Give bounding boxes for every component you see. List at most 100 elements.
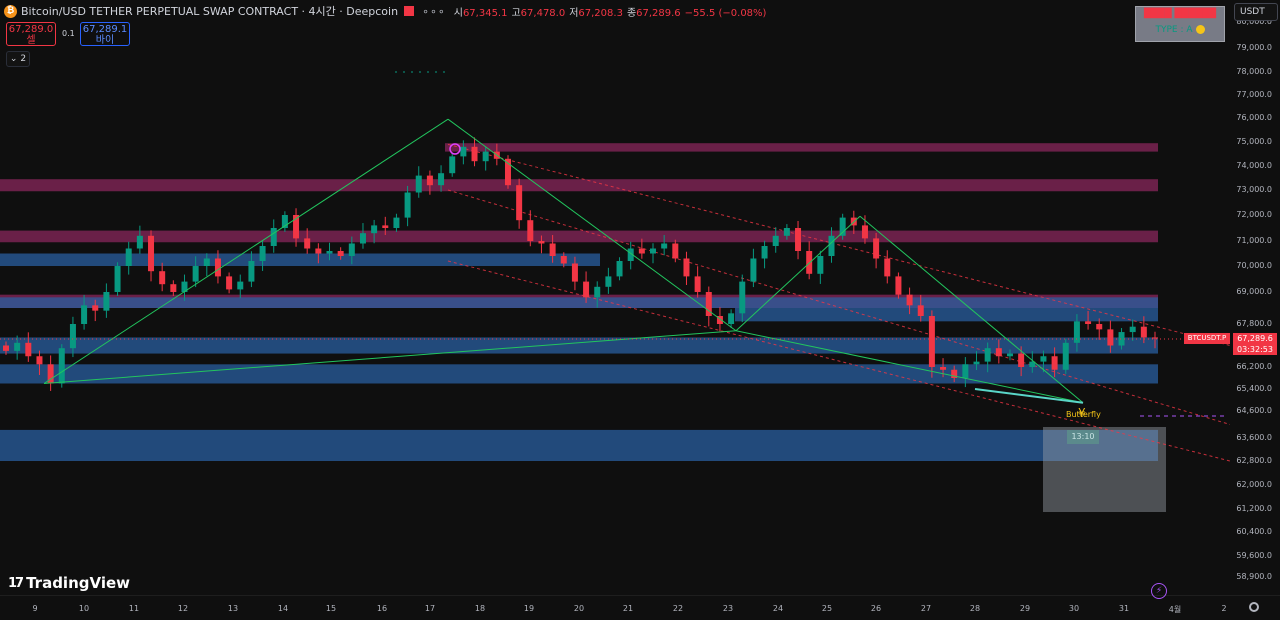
currency-selector[interactable]: USDT (1234, 3, 1278, 21)
candle-body (750, 258, 757, 282)
candle-body (1129, 326, 1136, 333)
buy-button[interactable]: 67,289.1 바이 (80, 22, 130, 46)
candle-body (594, 286, 601, 298)
candle-body (962, 364, 969, 378)
indicators-toggle-button[interactable]: ⌄ 2 (6, 51, 30, 67)
price-tick-label: 60,400.0 (1236, 527, 1272, 536)
candle-body (415, 175, 422, 193)
candle-body (973, 361, 980, 365)
time-tick-label: 20 (573, 604, 585, 613)
price-tick-label: 70,000.0 (1236, 261, 1272, 270)
pattern-name-label: Butterfly (1066, 410, 1101, 419)
candle-body (170, 284, 177, 292)
price-axis[interactable]: 80,000.0 79,000.0 78,000.0 77,000.0 76,000.0… (1230, 0, 1280, 595)
candle-body (1006, 353, 1013, 357)
tradingview-logo[interactable]: 17 TradingView (8, 574, 130, 592)
candle-body (1152, 337, 1158, 339)
ohlc-values: 시67,345.1 고67,478.0 저67,208.3 종67,289.6 −55.… (454, 4, 771, 19)
demand-zone (0, 253, 600, 266)
candle-body (159, 271, 166, 285)
candle-body (270, 228, 277, 246)
ohlc-value: 67,289.6 (636, 7, 681, 19)
time-axis[interactable]: 9 10 11 12 13 14 15 16 17 18 19 20 21 22 23 24 25 26 27 28 2… (0, 595, 1280, 620)
candle-body (861, 225, 868, 239)
candle-body (136, 235, 143, 249)
settings-gear-icon[interactable] (1249, 602, 1259, 612)
chart-area[interactable]: ¥ (0, 0, 1230, 595)
candle-body (148, 235, 155, 272)
ohlc-value: −55.5 (−0.08%) (684, 7, 767, 19)
more-options-icon[interactable]: ∘∘∘ (422, 5, 446, 18)
candle-body (1118, 332, 1125, 346)
sell-button[interactable]: 67,289.0 셀 (6, 22, 56, 46)
demand-zone (0, 429, 1158, 461)
lightning-icon[interactable]: ⚡ (1151, 583, 1167, 599)
price-tag-symbol: BTCUSDT.P (1184, 333, 1230, 344)
candle-body (315, 248, 322, 254)
time-tick-label: 23 (722, 604, 734, 613)
price-tick-label: 62,800.0 (1236, 456, 1272, 465)
symbol-title[interactable]: Bitcoin/USD TETHER PERPETUAL SWAP CONTRA… (21, 3, 398, 19)
candle-body (739, 281, 746, 314)
price-tick-label: 59,600.0 (1236, 551, 1272, 560)
candle-body (1051, 356, 1058, 370)
supply-zone (445, 143, 1158, 152)
candle-body (81, 305, 88, 324)
candle-body (359, 233, 366, 244)
candle-body (984, 348, 991, 362)
candle-body (125, 248, 132, 266)
candle-body (226, 276, 233, 290)
candle-body (928, 316, 935, 367)
widget-bottom-row: TYPE : A (1136, 22, 1224, 38)
candle-body (873, 238, 880, 259)
ohlc-key: 시 (453, 7, 463, 19)
ohlc-value: 67,345.1 (462, 7, 508, 19)
time-tick-label: 21 (622, 604, 634, 613)
candle-body (337, 251, 344, 256)
time-tick-label: 31 (1118, 604, 1130, 613)
flag-icon[interactable] (404, 6, 415, 16)
candle-body (650, 248, 657, 254)
candle-body (1018, 353, 1025, 367)
candle-body (1062, 342, 1069, 370)
candle-body (3, 345, 9, 351)
time-tick-label: 13 (227, 604, 239, 613)
candle-body (393, 217, 400, 228)
candle-body (14, 342, 21, 351)
candle-body (616, 261, 623, 277)
price-tick-label: 76,000.0 (1236, 113, 1272, 122)
candle-body (382, 225, 389, 228)
candle-body (817, 256, 824, 274)
candle-body (203, 258, 210, 266)
ohlc-key: 종 (626, 7, 637, 19)
candle-body (560, 256, 567, 264)
candle-body (605, 276, 612, 287)
ohlc-key: 고 (511, 7, 521, 19)
candle-body (192, 266, 199, 282)
candle-body (1073, 321, 1080, 343)
ohlc-value: 67,478.0 (520, 7, 566, 19)
candle-body (995, 348, 1002, 357)
price-tick-label: 65,400.0 (1236, 384, 1272, 393)
candle-body (538, 241, 545, 244)
candle-body (259, 246, 266, 261)
candle-body (214, 258, 221, 277)
time-tick-label: 17 (424, 604, 436, 613)
time-tick-label: 22 (672, 604, 684, 613)
time-tick-label: 26 (870, 604, 882, 613)
price-tick-label: 77,000.0 (1236, 90, 1272, 99)
candle-body (638, 248, 645, 254)
candle-body (728, 313, 735, 324)
time-tick-label: 25 (821, 604, 833, 613)
supply-zone (0, 179, 1158, 192)
price-chart-svg[interactable]: ¥ (0, 0, 1230, 595)
spread-value: 0.1 (62, 29, 75, 38)
bitcoin-coin-icon: ₿ (4, 4, 17, 18)
time-tick-label: 4월 (1168, 605, 1182, 614)
price-tick-label: 58,900.0 (1236, 572, 1272, 581)
candle-body (304, 238, 311, 249)
sell-price: 67,289.0 (8, 24, 54, 35)
time-tick-label: 16 (376, 604, 388, 613)
symbol-legend: ₿ Bitcoin/USD TETHER PERPETUAL SWAP CONT… (4, 3, 771, 19)
candle-body (772, 235, 779, 246)
